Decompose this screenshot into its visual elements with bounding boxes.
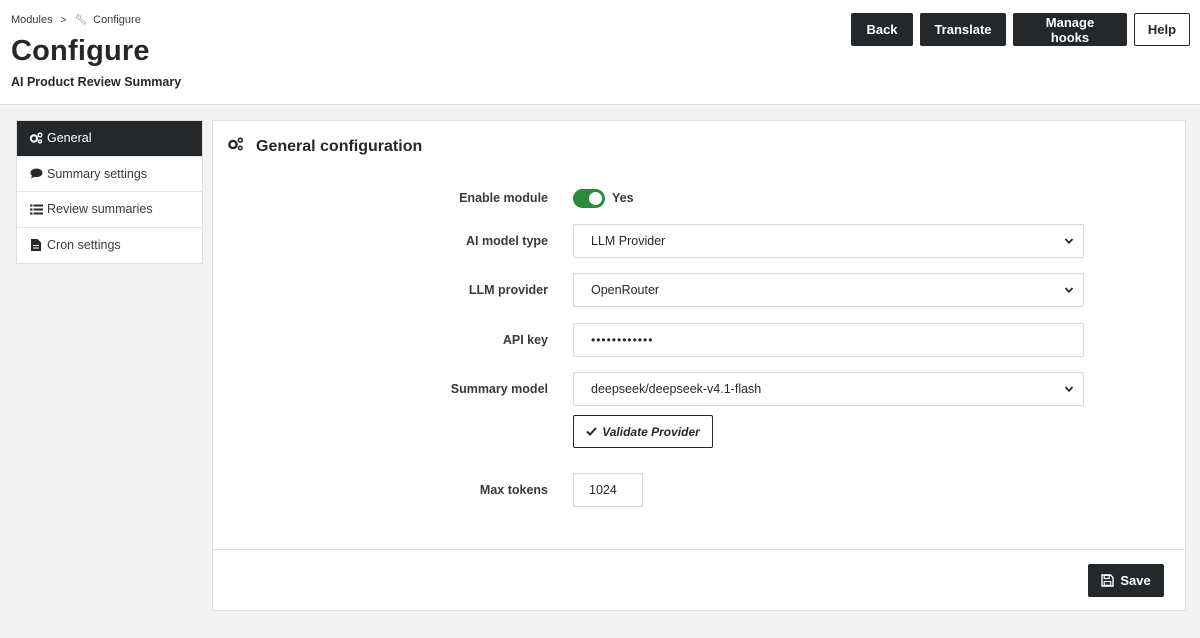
summary-model-label: Summary model <box>450 382 548 396</box>
sidebar: General Summary settings Review summarie… <box>16 120 203 264</box>
ai-model-type-label: AI model type <box>466 234 548 248</box>
sidebar-item-summary-settings[interactable]: Summary settings <box>17 157 202 192</box>
panel-title: General configuration <box>256 137 423 155</box>
ai-model-type-value: LLM Provider <box>591 234 666 248</box>
help-button[interactable]: Help <box>1134 13 1190 46</box>
llm-provider-select[interactable]: OpenRouter <box>573 273 1084 307</box>
floppy-disk-icon <box>1101 574 1115 587</box>
breadcrumb-modules-link[interactable]: Modules <box>11 14 53 26</box>
validate-provider-label: Validate Provider <box>602 424 700 439</box>
toolbar: Back Translate Manage hooks Help <box>851 13 1190 46</box>
gears-icon <box>29 132 43 144</box>
chevron-down-icon <box>1064 238 1074 245</box>
form-row-api-key: API key •••••••••••• <box>213 323 1185 357</box>
form-row-ai-model-type: AI model type LLM Provider <box>213 224 1185 258</box>
save-button[interactable]: Save <box>1088 564 1164 597</box>
chevron-down-icon <box>1064 386 1074 393</box>
panel-heading: General configuration <box>227 137 422 156</box>
translate-button[interactable]: Translate <box>920 13 1006 46</box>
enable-module-toggle[interactable] <box>573 188 605 208</box>
sidebar-item-cron-settings[interactable]: Cron settings <box>17 228 202 264</box>
max-tokens-label: Max tokens <box>479 483 548 497</box>
sidebar-item-label: General <box>47 131 92 146</box>
ai-model-type-select[interactable]: LLM Provider <box>573 224 1084 258</box>
toggle-knob <box>589 191 602 205</box>
comment-icon <box>29 168 43 179</box>
back-button[interactable]: Back <box>851 13 913 46</box>
checkmark-icon <box>586 427 597 436</box>
enable-module-value: Yes <box>612 191 634 205</box>
gears-icon <box>227 137 244 156</box>
api-key-value: •••••••••••• <box>591 333 654 347</box>
enable-module-label: Enable module <box>459 191 548 205</box>
api-key-input[interactable]: •••••••••••• <box>573 323 1084 357</box>
enable-module-control: Yes <box>573 181 634 215</box>
file-icon <box>29 239 43 252</box>
api-key-label: API key <box>502 333 548 347</box>
llm-provider-value: OpenRouter <box>591 283 660 297</box>
max-tokens-input[interactable]: 1024 <box>573 473 643 507</box>
form-row-summary-model: Summary model deepseek/deepseek-v4.1-fla… <box>213 372 1185 406</box>
sidebar-item-label: Review summaries <box>47 202 153 217</box>
chevron-down-icon <box>1064 287 1074 294</box>
wrench-icon: 🔧︎ <box>74 14 88 26</box>
sidebar-item-review-summaries[interactable]: Review summaries <box>17 192 202 228</box>
save-label: Save <box>1120 573 1151 588</box>
page-title: Configure <box>11 35 150 67</box>
form-row-llm-provider: LLM provider OpenRouter <box>213 273 1185 307</box>
configuration-panel: General configuration Enable module Yes … <box>212 120 1186 611</box>
page-header: Modules > 🔧︎ Configure Configure AI Prod… <box>0 0 1200 105</box>
breadcrumb: Modules > 🔧︎ Configure <box>11 14 141 26</box>
sidebar-item-label: Cron settings <box>47 238 121 253</box>
summary-model-select[interactable]: deepseek/deepseek-v4.1-flash <box>573 372 1084 406</box>
max-tokens-value: 1024 <box>589 483 617 497</box>
breadcrumb-current: Configure <box>93 14 141 26</box>
summary-model-value: deepseek/deepseek-v4.1-flash <box>591 382 762 396</box>
form-row-max-tokens: Max tokens 1024 <box>213 473 1185 507</box>
panel-footer: Save <box>213 549 1185 611</box>
manage-hooks-button[interactable]: Manage hooks <box>1013 13 1127 46</box>
llm-provider-label: LLM provider <box>468 283 548 297</box>
list-icon <box>29 204 43 215</box>
sidebar-item-label: Summary settings <box>47 166 148 181</box>
breadcrumb-separator: > <box>60 14 67 26</box>
form-row-enable-module: Enable module Yes <box>213 181 1185 215</box>
sidebar-item-general[interactable]: General <box>17 121 202 157</box>
page-subtitle: AI Product Review Summary <box>11 75 182 89</box>
validate-provider-button[interactable]: Validate Provider <box>573 415 713 448</box>
